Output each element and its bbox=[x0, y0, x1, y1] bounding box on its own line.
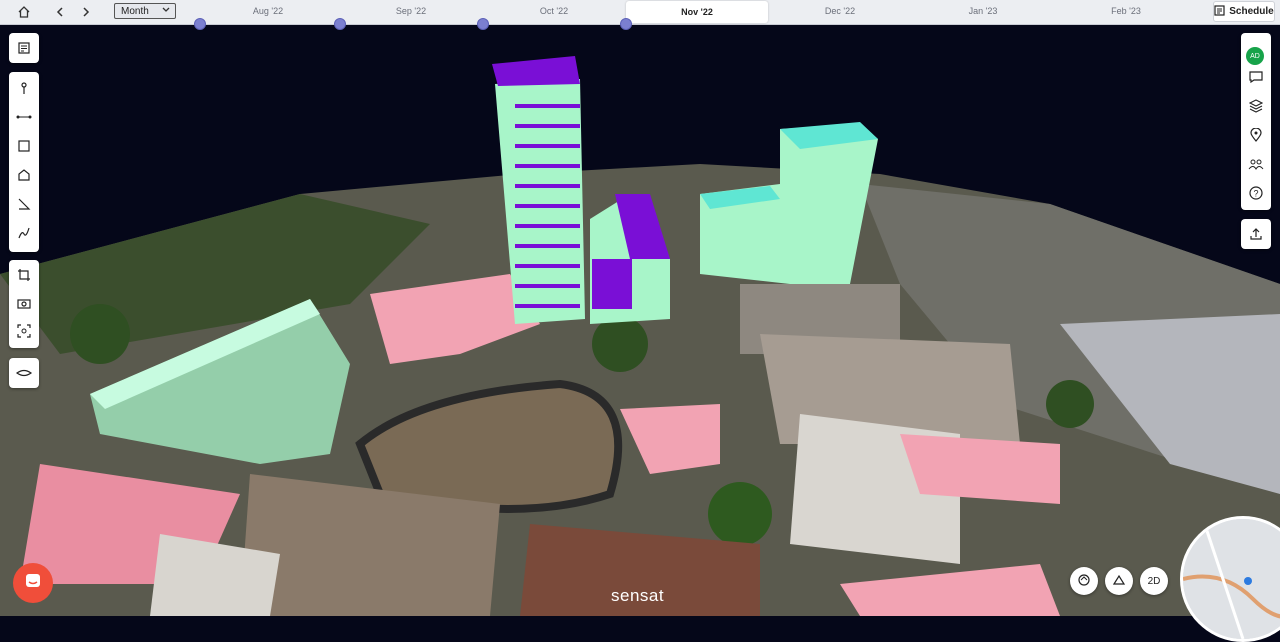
location-dot bbox=[1244, 577, 1252, 585]
people-icon[interactable] bbox=[1244, 152, 1268, 176]
scan-icon[interactable] bbox=[12, 319, 36, 343]
svg-text:?: ? bbox=[1253, 189, 1258, 199]
timeline-marker[interactable] bbox=[477, 18, 489, 30]
angle-icon[interactable] bbox=[12, 192, 36, 216]
home-icon[interactable] bbox=[14, 2, 34, 22]
schedule-icon bbox=[1214, 4, 1225, 19]
view-mode-select[interactable]: Month bbox=[114, 3, 176, 19]
timeline-month-oct-22[interactable]: Oct '22 bbox=[540, 6, 568, 16]
avatar[interactable]: AD bbox=[1246, 47, 1264, 65]
volume-icon[interactable] bbox=[12, 163, 36, 187]
camera-icon[interactable] bbox=[12, 291, 36, 315]
notes-icon[interactable] bbox=[12, 36, 36, 60]
timeline-marker[interactable] bbox=[334, 18, 346, 30]
orbit-button[interactable] bbox=[1070, 567, 1098, 595]
chevron-left-icon[interactable] bbox=[50, 2, 70, 22]
timeline-bar: Month Aug '22 Sep '22 Oct '22 Nov '22 De… bbox=[0, 0, 1280, 25]
timeline-month-nov-22[interactable]: Nov '22 bbox=[626, 1, 768, 23]
upload-icon[interactable] bbox=[1244, 222, 1268, 246]
brand-logo: sensat bbox=[611, 586, 665, 605]
pin-icon[interactable] bbox=[12, 76, 36, 100]
location-icon[interactable] bbox=[1244, 123, 1268, 147]
profile-icon[interactable] bbox=[12, 221, 36, 245]
pan-icon bbox=[1112, 573, 1126, 590]
right-toolbar: AD ? bbox=[1241, 33, 1271, 210]
measure-toolbar bbox=[9, 72, 39, 252]
hand-icon[interactable] bbox=[12, 361, 36, 385]
timeline-month-jan-23[interactable]: Jan '23 bbox=[969, 6, 998, 16]
timeline-marker[interactable] bbox=[194, 18, 206, 30]
timeline-month-feb-23[interactable]: Feb '23 bbox=[1111, 6, 1141, 16]
schedule-button[interactable]: Schedule bbox=[1213, 1, 1275, 22]
chevron-right-icon[interactable] bbox=[76, 2, 96, 22]
schedule-label: Schedule bbox=[1229, 6, 1274, 17]
timeline-marker[interactable] bbox=[620, 18, 632, 30]
chat-icon bbox=[24, 572, 42, 595]
comment-icon[interactable] bbox=[1244, 65, 1268, 89]
capture-toolbar bbox=[9, 260, 39, 348]
3d-site-viewport[interactable] bbox=[0, 24, 1280, 616]
chevron-down-icon bbox=[161, 5, 171, 18]
crop-icon[interactable] bbox=[12, 263, 36, 287]
timeline-month-aug-22[interactable]: Aug '22 bbox=[253, 6, 283, 16]
help-icon[interactable]: ? bbox=[1244, 181, 1268, 205]
view-mode-value: Month bbox=[121, 5, 149, 17]
area-icon[interactable] bbox=[12, 134, 36, 158]
export-panel bbox=[1241, 219, 1271, 249]
orbit-icon bbox=[1077, 573, 1091, 590]
view-toggle-2d-button[interactable]: 2D bbox=[1140, 567, 1168, 595]
layers-icon[interactable] bbox=[1244, 94, 1268, 118]
notes-panel bbox=[9, 33, 39, 63]
pan-button[interactable] bbox=[1105, 567, 1133, 595]
timeline-month-dec-22[interactable]: Dec '22 bbox=[825, 6, 855, 16]
measure-line-icon[interactable] bbox=[12, 105, 36, 129]
chat-button[interactable] bbox=[13, 563, 53, 603]
hand-panel bbox=[9, 358, 39, 388]
timeline-month-sep-22[interactable]: Sep '22 bbox=[396, 6, 426, 16]
